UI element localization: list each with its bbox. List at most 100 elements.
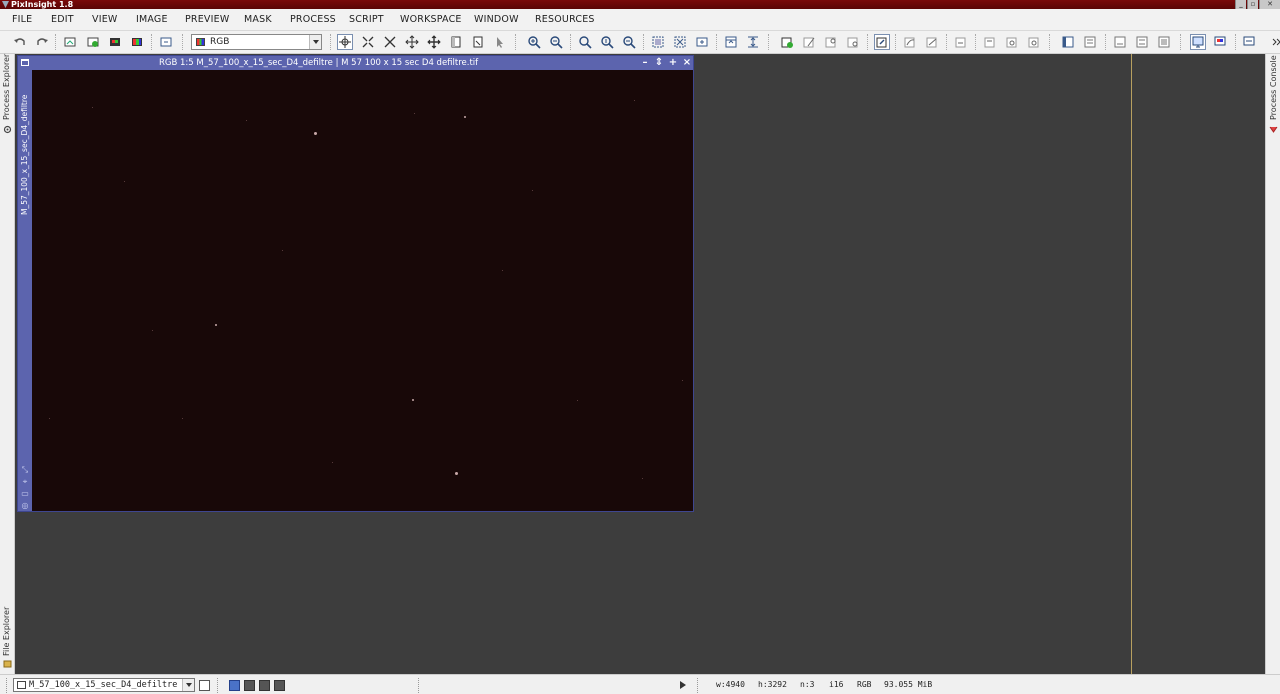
image-window[interactable]: RGB 1:5 M_57_100_x_15_sec_D4_defiltre | … [17,55,694,512]
preview-icon[interactable]: ▭ [21,490,29,498]
view-explorer-icon[interactable] [1135,35,1149,49]
mask-toggle-icon[interactable]: ⌖ [21,478,29,486]
center-mode-icon[interactable] [427,35,441,49]
window-menu-icon[interactable] [21,59,29,66]
open-image-icon[interactable] [86,35,100,49]
view-selector-value: M_57_100_x_15_sec_D4_defiltre [29,680,178,690]
target-icon[interactable]: ◎ [21,502,29,510]
expand-icon[interactable]: ⤡ [21,466,29,474]
new-preview-icon[interactable] [449,35,463,49]
fit-view-icon[interactable] [651,35,665,49]
stf-enable-icon[interactable] [1027,35,1041,49]
channel-count-readout: n:3 [800,680,815,689]
zoom-in-mode-icon[interactable] [361,35,375,49]
pan-mode-icon[interactable] [405,35,419,49]
toolbar-overflow-icon[interactable] [1270,35,1280,49]
workspace-3-button[interactable] [259,680,270,691]
tab-file-explorer[interactable]: File Explorer [2,607,11,656]
workspace-3-icon[interactable] [1242,35,1256,49]
star-point [152,330,153,331]
tab-process-explorer[interactable]: Process Explorer [2,54,11,120]
star-point [124,181,125,182]
tile-windows-icon[interactable] [724,35,738,49]
workspace-1-icon[interactable] [1190,34,1206,50]
format-explorer-icon[interactable] [1113,35,1127,49]
workspace-2-button[interactable] [244,680,255,691]
menu-script[interactable]: SCRIPT [349,14,384,25]
mask-select-icon[interactable] [802,35,816,49]
cascade-windows-icon[interactable] [746,35,760,49]
stf-icon[interactable] [903,35,917,49]
stf-24bit-icon[interactable] [1005,35,1019,49]
undo-icon[interactable] [13,35,27,49]
zoom-fit-icon[interactable] [600,35,614,49]
close-icon[interactable]: × [681,56,693,70]
app-title-bar: PixInsight 1.8 _ ▫ ✕ [0,0,1280,9]
menu-preview[interactable]: PREVIEW [185,14,229,25]
restore-icon[interactable]: ▫ [1247,0,1258,9]
status-bar: M_57_100_x_15_sec_D4_defiltre w:4940 h:3… [0,674,1280,694]
zoom-out-mode-icon[interactable] [383,35,397,49]
tab-process-console[interactable]: Process Console [1269,55,1278,120]
zoom-in-icon[interactable] [527,35,541,49]
zoom-out-icon[interactable] [549,35,563,49]
zoom-to-fit-icon[interactable] [673,35,687,49]
zoom-1-1-icon[interactable] [578,35,592,49]
shade-icon[interactable]: ⇕ [653,56,665,70]
minimize-icon[interactable]: – [639,56,651,70]
rgb-link-icon[interactable] [983,35,997,49]
stf-reset-icon[interactable] [954,35,968,49]
chevron-down-icon[interactable] [182,679,194,691]
menu-process[interactable]: PROCESS [290,14,336,25]
object-explorer-icon[interactable] [1157,35,1171,49]
menu-edit[interactable]: EDIT [51,14,74,25]
menu-view[interactable]: VIEW [92,14,118,25]
left-side-panel: Process Explorer File Explorer [0,54,15,674]
menu-mask[interactable]: MASK [244,14,272,25]
view-selector[interactable]: M_57_100_x_15_sec_D4_defiltre [13,678,195,692]
chevron-down-icon[interactable] [309,35,321,49]
mask-show-icon[interactable] [874,34,890,50]
redo-icon[interactable] [35,35,49,49]
image-window-title-bar[interactable]: RGB 1:5 M_57_100_x_15_sec_D4_defiltre | … [18,56,693,70]
main-toolbar: RGB [0,31,1280,54]
rgb-image-icon[interactable] [130,35,144,49]
workspace-divider [1131,54,1132,674]
view-toggle-icon[interactable] [199,680,210,691]
menu-resources[interactable]: RESOURCES [535,14,595,25]
new-image-icon[interactable] [63,35,77,49]
workspace-4-button[interactable] [274,680,285,691]
menu-file[interactable]: FILE [12,14,32,25]
play-icon[interactable] [680,681,686,689]
star-point [682,380,683,381]
screen-transfer-icon[interactable] [159,35,173,49]
image-canvas[interactable] [32,70,693,511]
readout-mode-icon[interactable] [337,34,353,50]
close-icon[interactable]: ✕ [1259,0,1280,9]
channel-select[interactable]: RGB [191,34,322,50]
stf-auto-icon[interactable] [925,35,939,49]
mask-remove-icon[interactable] [846,35,860,49]
history-panel-icon[interactable] [1083,35,1097,49]
channel-select-value: RGB [210,37,230,47]
edit-preview-icon[interactable] [471,35,485,49]
mask-new-icon[interactable] [780,35,794,49]
menu-workspace[interactable]: WORKSPACE [400,14,462,25]
mask-invert-icon[interactable] [824,35,838,49]
gear-icon [3,124,12,134]
dynamic-operation-icon[interactable] [493,35,507,49]
minimize-icon[interactable]: _ [1235,0,1246,9]
restore-view-icon[interactable] [695,35,709,49]
explorer-panel-icon[interactable] [1061,35,1075,49]
menu-window[interactable]: WINDOW [474,14,519,25]
star-point [532,190,533,191]
menu-image[interactable]: IMAGE [136,14,168,25]
workspace-2-icon[interactable] [1213,35,1227,49]
workspace-1-button[interactable] [229,680,240,691]
maximize-icon[interactable]: + [667,56,679,70]
zoom-custom-icon[interactable] [622,35,636,49]
clone-image-icon[interactable] [108,35,122,49]
console-icon [1269,124,1278,133]
star-point [455,472,458,475]
image-height-readout: h:3292 [758,680,787,689]
